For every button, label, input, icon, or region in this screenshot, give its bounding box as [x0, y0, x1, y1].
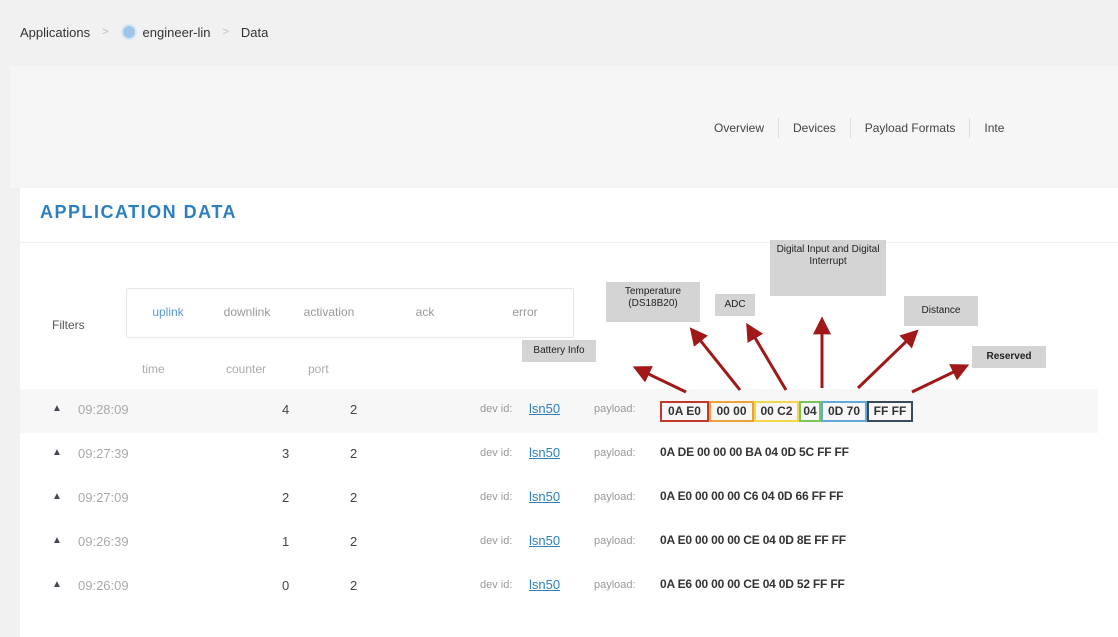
arrow-distance-icon	[856, 329, 919, 390]
annotation-arrows	[632, 316, 970, 394]
arrow-battery-icon	[632, 366, 687, 394]
arrow-reserved-icon	[911, 364, 970, 394]
arrow-temperature-icon	[689, 327, 742, 391]
arrow-adc-icon	[746, 322, 788, 391]
